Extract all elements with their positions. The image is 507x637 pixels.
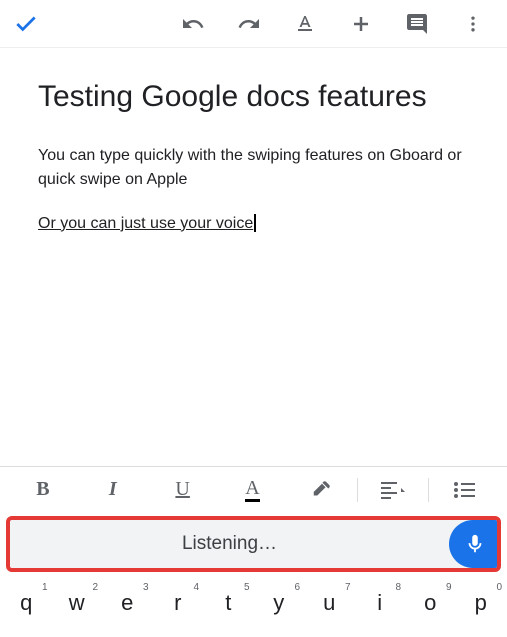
text-format-icon[interactable] xyxy=(291,10,319,38)
redo-icon[interactable] xyxy=(235,10,263,38)
key-letter: t xyxy=(225,590,231,616)
insert-icon[interactable] xyxy=(347,10,375,38)
document-area[interactable]: Testing Google docs features You can typ… xyxy=(0,48,507,466)
key-w[interactable]: 2w xyxy=(53,582,102,624)
key-number: 2 xyxy=(92,582,98,593)
document-title[interactable]: Testing Google docs features xyxy=(38,78,469,116)
top-toolbar xyxy=(0,0,507,48)
key-letter: w xyxy=(69,590,85,616)
key-number: 6 xyxy=(294,582,300,593)
key-o[interactable]: 9o xyxy=(406,582,455,624)
key-q[interactable]: 1q xyxy=(2,582,51,624)
voice-input-container: Listening… xyxy=(0,512,507,576)
key-letter: p xyxy=(475,590,487,616)
underline-button[interactable]: U xyxy=(148,467,218,512)
list-button[interactable] xyxy=(429,467,499,512)
document-underlined-text[interactable]: Or you can just use your voice xyxy=(38,215,253,232)
keyboard-row: 1q2w3e4r5t6y7u8i9o0p xyxy=(0,576,507,624)
microphone-icon xyxy=(464,533,486,555)
microphone-button[interactable] xyxy=(449,520,501,568)
text-color-button[interactable]: A xyxy=(218,467,288,512)
key-letter: r xyxy=(174,590,181,616)
key-i[interactable]: 8i xyxy=(356,582,405,624)
highlight-button[interactable] xyxy=(287,467,357,512)
key-r[interactable]: 4r xyxy=(154,582,203,624)
key-letter: e xyxy=(121,590,133,616)
format-toolbar: B I U A xyxy=(0,466,507,512)
comment-icon[interactable] xyxy=(403,10,431,38)
key-letter: q xyxy=(20,590,32,616)
key-number: 0 xyxy=(496,582,502,593)
undo-icon[interactable] xyxy=(179,10,207,38)
bold-button[interactable]: B xyxy=(8,467,78,512)
more-icon[interactable] xyxy=(459,10,487,38)
document-paragraph[interactable]: You can type quickly with the swiping fe… xyxy=(38,144,469,192)
key-number: 8 xyxy=(395,582,401,593)
voice-input-bar[interactable]: Listening… xyxy=(6,516,501,572)
key-letter: y xyxy=(273,590,284,616)
key-letter: u xyxy=(323,590,335,616)
key-letter: i xyxy=(377,590,382,616)
key-t[interactable]: 5t xyxy=(204,582,253,624)
key-number: 3 xyxy=(143,582,149,593)
key-number: 9 xyxy=(446,582,452,593)
key-e[interactable]: 3e xyxy=(103,582,152,624)
voice-status-text: Listening… xyxy=(10,533,449,555)
italic-button[interactable]: I xyxy=(78,467,148,512)
text-cursor xyxy=(254,214,256,232)
done-check-icon[interactable] xyxy=(12,10,40,38)
key-u[interactable]: 7u xyxy=(305,582,354,624)
key-number: 4 xyxy=(193,582,199,593)
align-button[interactable] xyxy=(358,467,428,512)
key-number: 7 xyxy=(345,582,351,593)
key-letter: o xyxy=(424,590,436,616)
key-number: 1 xyxy=(42,582,48,593)
key-y[interactable]: 6y xyxy=(255,582,304,624)
key-number: 5 xyxy=(244,582,250,593)
key-p[interactable]: 0p xyxy=(457,582,506,624)
